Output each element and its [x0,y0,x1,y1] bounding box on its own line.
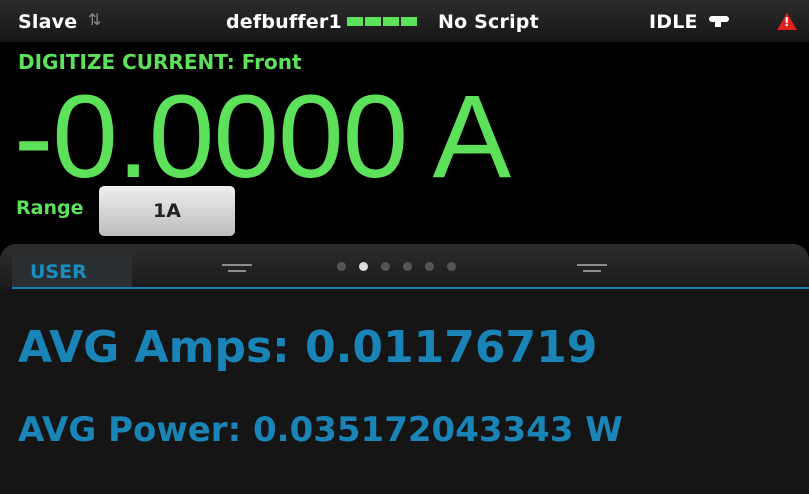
trigger-state[interactable]: IDLE [649,11,698,33]
avg-amps-text: AVG Amps: 0.01176719 [18,322,598,373]
range-label: Range [16,197,84,219]
script-indicator[interactable]: No Script [438,11,539,33]
status-bar: Slave ⇅ defbuffer1 No Script IDLE [0,0,809,42]
trigger-key-icon [709,16,729,27]
page-dot-3 [381,262,390,271]
user-swipe-screen [0,289,809,494]
transfer-arrows-icon: ⇅ [88,10,102,29]
swipe-handle-right-icon[interactable] [577,264,607,276]
tab-user[interactable]: USER [12,255,132,289]
page-dot-5 [425,262,434,271]
range-button[interactable]: 1A [99,186,235,236]
page-dot-6 [447,262,456,271]
swipe-handle-left-icon[interactable] [222,264,252,276]
measurement-reading: -0.0000 A [14,71,511,203]
tab-user-label: USER [30,261,87,283]
page-dot-1 [337,262,346,271]
buffer-level-icon [347,17,417,26]
warning-icon[interactable] [777,13,797,30]
buffer-indicator[interactable]: defbuffer1 [226,11,342,33]
avg-power-text: AVG Power: 0.035172043343 W [18,410,623,450]
page-dot-2 [359,262,368,271]
page-dot-4 [403,262,412,271]
mode-indicator[interactable]: Slave [18,11,77,33]
page-indicator [337,262,456,271]
